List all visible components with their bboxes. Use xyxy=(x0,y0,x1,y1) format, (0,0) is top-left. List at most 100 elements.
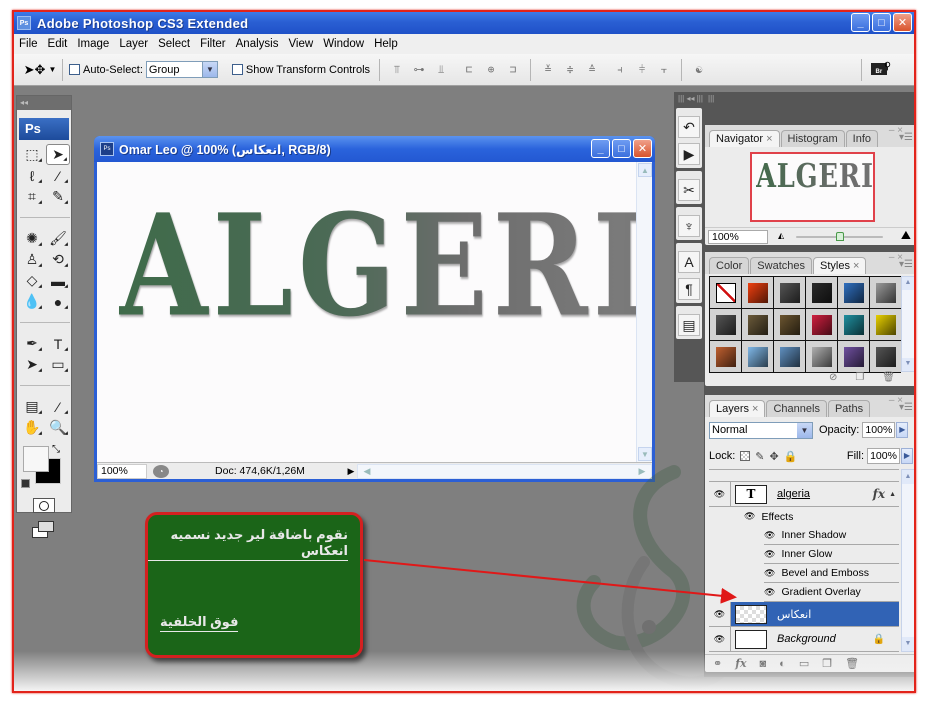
style-swatch[interactable] xyxy=(838,309,869,340)
actions-icon[interactable]: ▶ xyxy=(678,143,700,165)
lock-position-icon[interactable]: ✥ xyxy=(770,450,779,463)
bridge-button[interactable]: Br ⚲ xyxy=(868,58,894,80)
style-swatch[interactable] xyxy=(742,309,773,340)
dodge-tool[interactable]: ● xyxy=(46,291,70,312)
brushes-icon[interactable]: ♆ xyxy=(678,215,700,237)
healing-brush-tool[interactable]: ✺ xyxy=(20,228,44,249)
swap-colors-icon[interactable]: ⤡ xyxy=(52,444,60,455)
dist-top-icon[interactable]: ≚ xyxy=(541,63,555,76)
style-swatch[interactable] xyxy=(806,277,837,308)
menu-analysis[interactable]: Analysis xyxy=(231,38,284,50)
style-swatch[interactable] xyxy=(710,309,741,340)
panel-collapse-handle[interactable]: ◂◂ xyxy=(17,96,71,110)
crop-tool[interactable]: ⌗ xyxy=(20,186,44,207)
screen-mode-button[interactable] xyxy=(32,521,56,539)
lock-transparency-icon[interactable] xyxy=(740,451,751,461)
styles-scrollbar[interactable]: ▲ ▼ xyxy=(901,276,914,372)
layers-scrollbar[interactable]: ▲ ▼ xyxy=(901,469,914,652)
visibility-eye-icon[interactable]: 👁 xyxy=(709,602,731,626)
opacity-field[interactable]: 100% xyxy=(862,422,896,438)
zoom-in-icon[interactable]: ⛰ xyxy=(901,228,911,243)
style-swatch[interactable] xyxy=(838,341,869,372)
maximize-button[interactable]: □ xyxy=(872,13,891,32)
tab-swatches[interactable]: Swatches xyxy=(750,257,812,274)
panel-menu-icon[interactable]: ▾☰ xyxy=(899,132,913,143)
document-canvas[interactable]: ALGERIA xyxy=(97,162,639,462)
style-swatch[interactable] xyxy=(806,341,837,372)
visibility-eye-icon[interactable]: 👁 xyxy=(764,549,775,560)
tab-channels[interactable]: Channels xyxy=(766,400,827,417)
menu-edit[interactable]: Edit xyxy=(43,38,73,50)
notes-tool[interactable]: ▤ xyxy=(20,396,44,417)
delete-style-icon[interactable]: 🗑 xyxy=(882,372,895,386)
layer-row-partial[interactable] xyxy=(709,470,899,482)
fill-slider-arrow[interactable]: ▶ xyxy=(901,448,913,464)
magic-wand-tool[interactable]: ⁄ xyxy=(46,165,70,186)
marquee-tool[interactable]: ⬚ xyxy=(20,144,44,165)
tool-presets-icon[interactable]: ✂ xyxy=(678,179,700,201)
align-hcenter-icon[interactable]: ⊕ xyxy=(484,63,498,76)
quick-mask-button[interactable] xyxy=(33,498,55,513)
tool-preset-picker[interactable]: ➤✥ ▼ xyxy=(24,62,57,78)
dist-right-icon[interactable]: ⫟ xyxy=(657,63,671,76)
paragraph-icon[interactable]: ¶ xyxy=(678,278,700,300)
eyedropper-tool[interactable]: ⁄ xyxy=(46,396,70,417)
style-swatch[interactable] xyxy=(806,309,837,340)
dist-left-icon[interactable]: ⫞ xyxy=(613,63,627,76)
foreground-color-swatch[interactable] xyxy=(23,446,49,472)
auto-align-layers-icon[interactable]: ☯ xyxy=(692,63,706,76)
layer-name[interactable]: algeria xyxy=(777,488,810,500)
visibility-eye-icon[interactable]: 👁 xyxy=(764,530,775,541)
style-swatch[interactable] xyxy=(870,341,901,372)
scroll-up-icon[interactable]: ▲ xyxy=(902,470,914,484)
opacity-slider-arrow[interactable]: ▶ xyxy=(896,422,909,438)
effect-inner-shadow[interactable]: 👁 Inner Shadow xyxy=(764,526,899,545)
tab-styles[interactable]: Styles × xyxy=(813,257,867,274)
fill-field[interactable]: 100% xyxy=(867,448,900,464)
zoom-level-field[interactable]: 100% xyxy=(97,463,147,479)
visibility-eye-icon[interactable]: 👁 xyxy=(744,511,755,522)
style-swatch[interactable] xyxy=(774,309,805,340)
style-swatch[interactable] xyxy=(710,341,741,372)
move-tool[interactable]: ➤ xyxy=(46,144,70,165)
close-icon[interactable]: × xyxy=(766,133,772,145)
status-menu-arrow-icon[interactable]: ▶ xyxy=(345,466,357,477)
visibility-eye-icon[interactable]: 👁 xyxy=(764,568,775,579)
menu-select[interactable]: Select xyxy=(153,38,195,50)
slider-thumb[interactable] xyxy=(835,231,844,241)
align-vcenter-icon[interactable]: ⊶ xyxy=(412,63,426,76)
dock-collapse-handle[interactable]: ||| ◂◂ ||| xyxy=(674,92,704,105)
align-right-icon[interactable]: ⊐ xyxy=(506,63,520,76)
style-swatch[interactable] xyxy=(710,277,741,308)
menu-image[interactable]: Image xyxy=(72,38,114,50)
scroll-down-icon[interactable]: ▼ xyxy=(902,637,914,651)
layer-fx-icon[interactable]: fx xyxy=(873,487,885,501)
path-selection-tool[interactable]: ➤ xyxy=(20,354,44,375)
effect-bevel-emboss[interactable]: 👁 Bevel and Emboss xyxy=(764,564,899,583)
pen-tool[interactable]: ✒ xyxy=(20,333,44,354)
tab-info[interactable]: Info xyxy=(845,130,878,147)
doc-maximize-button[interactable]: □ xyxy=(612,139,631,158)
menu-window[interactable]: Window xyxy=(318,38,369,50)
status-info-icon[interactable]: ◔ xyxy=(153,464,169,478)
auto-select-dropdown[interactable]: Group ▼ xyxy=(145,61,218,78)
panel-menu-icon[interactable]: ▾☰ xyxy=(899,402,913,413)
hand-tool[interactable]: ✋ xyxy=(20,417,44,438)
close-icon[interactable]: × xyxy=(752,403,758,415)
eraser-tool[interactable]: ◇ xyxy=(20,270,44,291)
navigator-zoom-slider[interactable]: ◭ ⛰ xyxy=(774,228,911,244)
align-bottom-icon[interactable]: ⫫ xyxy=(434,63,448,76)
panel-column-handle[interactable]: ||| xyxy=(704,92,914,105)
effect-inner-glow[interactable]: 👁 Inner Glow xyxy=(764,545,899,564)
menu-file[interactable]: File xyxy=(14,38,43,50)
visibility-eye-icon[interactable]: 👁 xyxy=(709,627,731,651)
vertical-scrollbar[interactable]: ▲ ▼ xyxy=(636,162,652,462)
dist-hcenter-icon[interactable]: ⫩ xyxy=(635,63,649,76)
panel-menu-icon[interactable]: ▾☰ xyxy=(899,259,913,270)
lasso-tool[interactable]: ℓ xyxy=(20,165,44,186)
slice-tool[interactable]: ✎ xyxy=(46,186,70,207)
history-icon[interactable]: ↶ xyxy=(678,116,700,138)
style-swatch[interactable] xyxy=(774,341,805,372)
default-colors-icon[interactable] xyxy=(21,479,30,488)
style-swatch[interactable] xyxy=(870,309,901,340)
